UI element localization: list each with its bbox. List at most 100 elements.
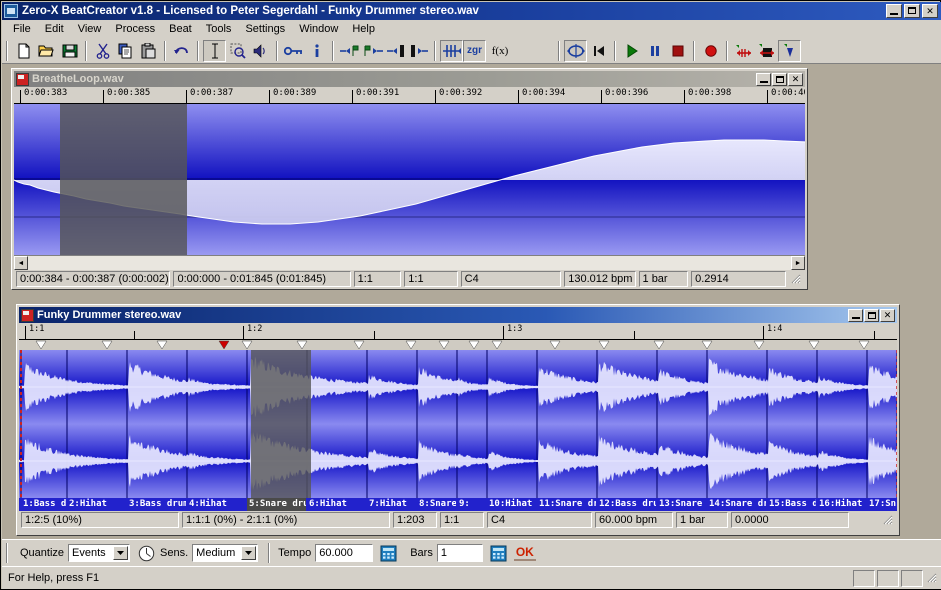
status-pane-1 — [853, 569, 875, 587]
child-minimize-button[interactable] — [848, 308, 863, 322]
beat-label[interactable]: 15:Bass dr — [767, 498, 816, 511]
play-cursor-icon[interactable] — [778, 39, 801, 62]
waveform-display-funky-drummer[interactable] — [19, 350, 897, 498]
beat-label[interactable]: 10:Hihat — [487, 498, 536, 511]
snap-right-flag-icon[interactable] — [361, 40, 384, 62]
beat-detect-icon[interactable] — [440, 39, 463, 62]
stop-icon[interactable] — [666, 40, 689, 62]
resize-grip[interactable] — [881, 513, 895, 527]
beat-label-strip[interactable]: 1:Bass drum2:Hihat3:Bass drum4:Hihat5:Sn… — [19, 498, 897, 511]
beat-label[interactable]: 16:Hihat — [817, 498, 866, 511]
scroll-track[interactable] — [28, 256, 791, 270]
menu-item-file[interactable]: File — [6, 22, 38, 36]
quantize-select[interactable]: Events — [68, 544, 131, 562]
ok-button[interactable]: OK — [513, 545, 536, 561]
paste-icon[interactable] — [137, 40, 160, 62]
beat-label[interactable]: 3:Bass drum — [127, 498, 186, 511]
app-title: Zero-X BeatCreator v1.8 - Licensed to Pe… — [22, 5, 479, 17]
ruler-label: 0:00:394 — [522, 88, 566, 98]
function-fx-icon[interactable]: f(x) — [486, 40, 514, 62]
toolbar-separator — [6, 40, 8, 61]
close-icon: ✕ — [883, 309, 892, 320]
beat-label[interactable]: 4:Hihat — [187, 498, 246, 511]
beat-label[interactable]: 7:Hihat — [367, 498, 416, 511]
scroll-right-button[interactable]: ► — [791, 256, 805, 270]
menu-item-process[interactable]: Process — [108, 22, 162, 36]
record-icon[interactable] — [699, 40, 722, 62]
play-selection-icon[interactable] — [732, 40, 755, 62]
pause-icon[interactable] — [643, 40, 666, 62]
child-close-button[interactable]: ✕ — [880, 308, 895, 322]
beat-label[interactable]: 13:Snare d — [657, 498, 706, 511]
child-status-bar-breatheloop: 0:00:384 - 0:00:387 (0:00:002) 0:00:000 -… — [14, 270, 805, 288]
copy-icon[interactable] — [114, 40, 137, 62]
clock-icon[interactable] — [137, 543, 157, 563]
child-title-bar[interactable]: BreatheLoop.wav ✕ — [14, 71, 805, 87]
snap-end-icon[interactable] — [407, 40, 430, 62]
bar-beat-ruler[interactable]: 1:1 1:2 1:3 1:4 — [19, 323, 897, 340]
tempo-input[interactable]: 60.000 — [315, 544, 374, 562]
undo-icon[interactable] — [170, 40, 193, 62]
mute-speaker-icon[interactable] — [249, 40, 272, 62]
open-file-icon[interactable] — [35, 40, 58, 62]
beat-label[interactable]: 9: — [457, 498, 486, 511]
ruler-label: 1:3 — [507, 324, 523, 334]
minimize-button[interactable] — [886, 4, 902, 18]
child-window-funky-drummer[interactable]: Funky Drummer stereo.wav ✕ 1:1 1:2 1:3 1:4 — [16, 304, 900, 536]
info-icon[interactable] — [305, 40, 328, 62]
menu-item-view[interactable]: View — [71, 22, 109, 36]
menu-item-window[interactable]: Window — [292, 22, 345, 36]
menu-item-help[interactable]: Help — [345, 22, 382, 36]
key-icon[interactable] — [282, 40, 305, 62]
loop-icon[interactable] — [564, 39, 587, 62]
beat-label[interactable]: 14:Snare dru — [707, 498, 766, 511]
cut-icon[interactable] — [91, 40, 114, 62]
calculator-icon[interactable] — [379, 543, 399, 563]
chevron-down-icon[interactable] — [113, 546, 129, 560]
menu-item-tools[interactable]: Tools — [199, 22, 239, 36]
child-minimize-button[interactable] — [756, 72, 771, 86]
beat-label[interactable]: 2:Hihat — [67, 498, 126, 511]
sensitivity-select[interactable]: Medium — [192, 544, 259, 562]
save-file-icon[interactable] — [58, 40, 81, 62]
rewind-to-start-icon[interactable] — [587, 40, 610, 62]
child-close-button[interactable]: ✕ — [788, 72, 803, 86]
new-file-icon[interactable] — [12, 40, 35, 62]
beat-label[interactable]: 8:Snare — [417, 498, 456, 511]
child-title-bar[interactable]: Funky Drummer stereo.wav ✕ — [19, 307, 897, 323]
menu-item-beat[interactable]: Beat — [162, 22, 199, 36]
beat-label[interactable]: 12:Bass drum — [597, 498, 656, 511]
waveform-display-breatheloop[interactable] — [14, 104, 805, 255]
play-icon[interactable] — [620, 40, 643, 62]
beat-label[interactable]: 17:Snare dr — [867, 498, 896, 511]
toolbar-separator — [197, 40, 199, 61]
child-window-breatheloop[interactable]: BreatheLoop.wav ✕ 0:00:383 0:00:385 0:00:3… — [11, 68, 808, 290]
child-maximize-button[interactable] — [772, 72, 787, 86]
zoom-tool-icon[interactable] — [226, 40, 249, 62]
close-button[interactable]: ✕ — [922, 4, 938, 18]
snap-left-flag-icon[interactable] — [338, 40, 361, 62]
beat-label[interactable]: 1:Bass drum — [21, 498, 66, 511]
resize-grip[interactable] — [925, 571, 939, 585]
zero-crossing-icon[interactable]: zgr — [463, 39, 486, 62]
snap-start-icon[interactable] — [384, 40, 407, 62]
beat-marker-strip[interactable] — [19, 340, 897, 350]
play-region-icon[interactable] — [755, 40, 778, 62]
resize-grip[interactable] — [789, 272, 803, 286]
scroll-left-button[interactable]: ◄ — [14, 256, 28, 270]
menu-item-settings[interactable]: Settings — [238, 22, 292, 36]
menu-item-edit[interactable]: Edit — [38, 22, 71, 36]
beat-label[interactable]: 5:Snare dru — [247, 498, 306, 511]
child-maximize-button[interactable] — [864, 308, 879, 322]
bars-input[interactable]: 1 — [436, 544, 483, 562]
beat-label[interactable]: 11:Snare dr — [537, 498, 596, 511]
toolbar-separator — [434, 40, 436, 61]
beat-markers — [35, 340, 870, 350]
beat-label[interactable]: 6:Hihat — [307, 498, 366, 511]
time-ruler[interactable]: 0:00:383 0:00:385 0:00:387 0:00:389 0:00:391… — [14, 87, 805, 104]
maximize-button[interactable] — [904, 4, 920, 18]
horizontal-scrollbar-breatheloop[interactable]: ◄ ► — [14, 255, 805, 270]
chevron-down-icon[interactable] — [241, 546, 257, 560]
calculator-icon-bars[interactable] — [488, 543, 508, 563]
select-tool-icon[interactable] — [203, 39, 226, 62]
